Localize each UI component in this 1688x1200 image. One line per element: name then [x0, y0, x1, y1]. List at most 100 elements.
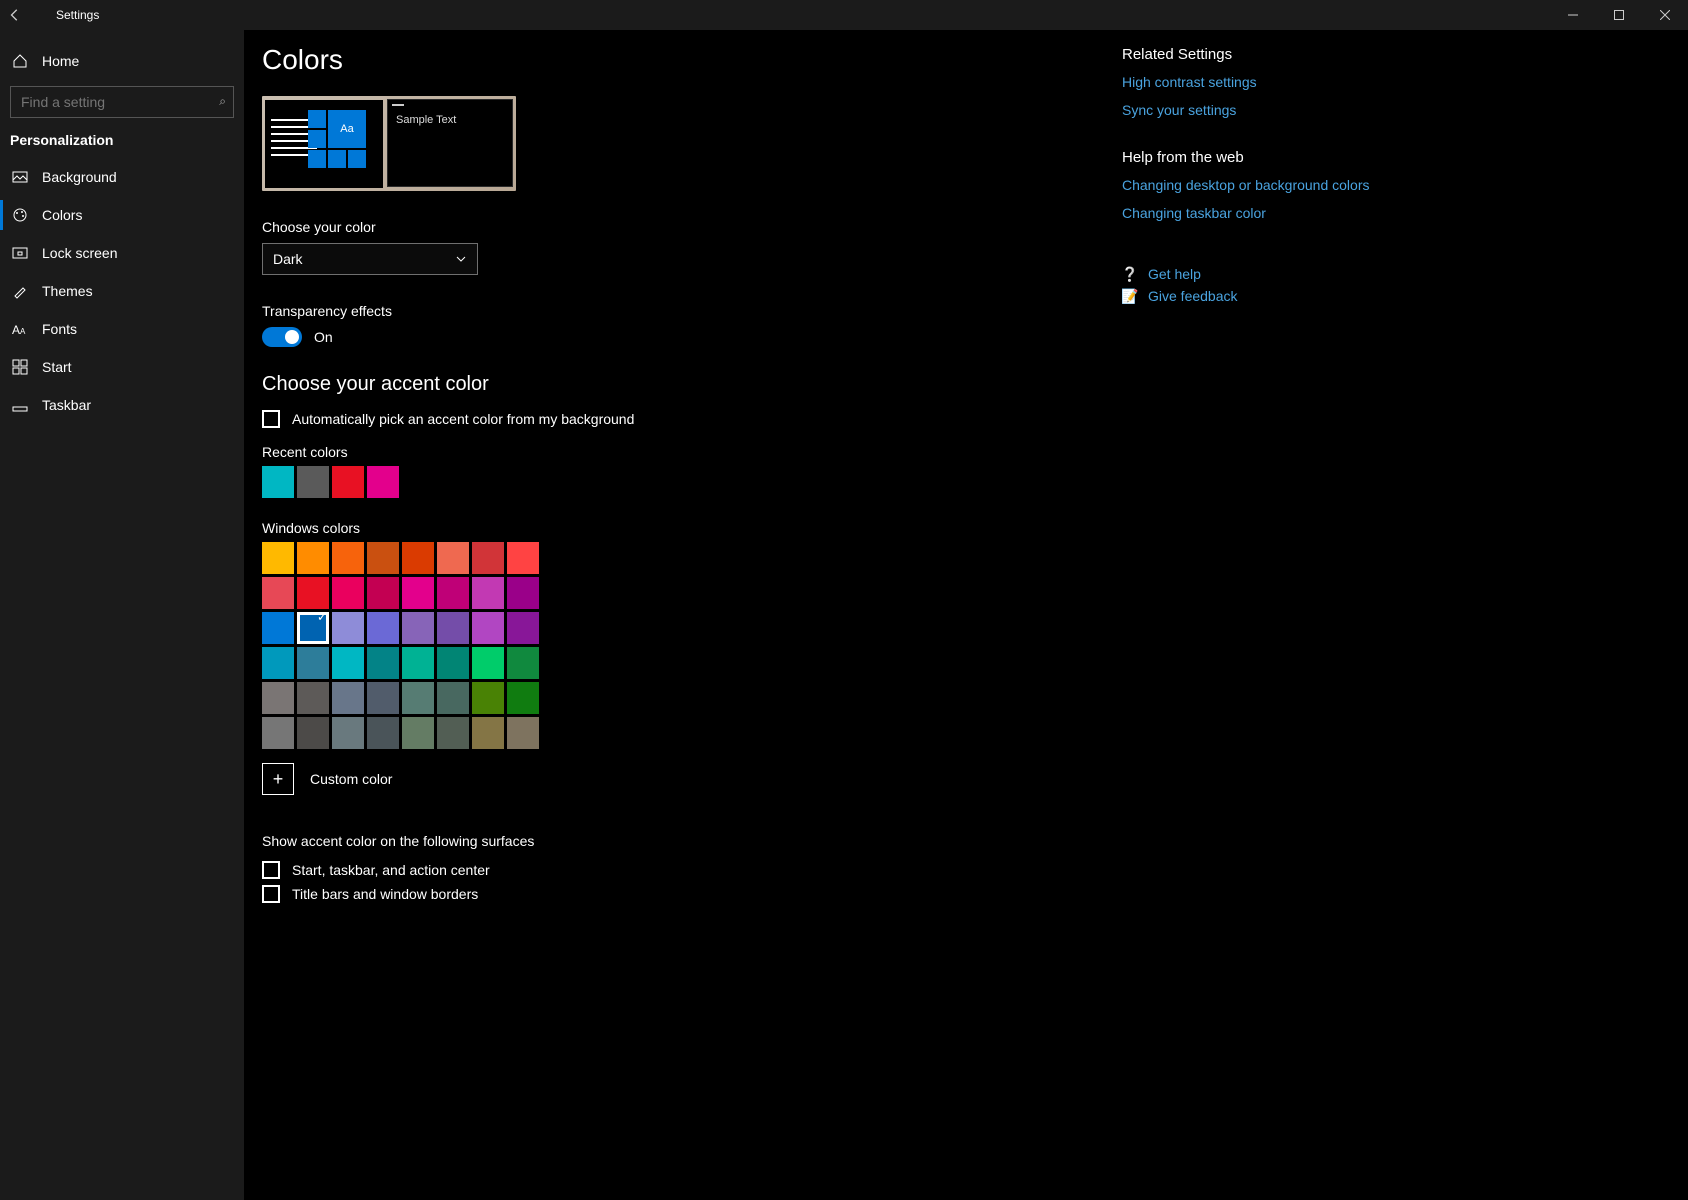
windows-color-swatch[interactable]	[262, 717, 294, 749]
choose-color-label: Choose your color	[262, 219, 1082, 235]
sidebar-item-colors[interactable]: Colors	[0, 196, 244, 234]
windows-color-swatch[interactable]	[437, 542, 469, 574]
related-rail: Related Settings High contrast settings …	[1122, 38, 1422, 1200]
windows-color-swatch[interactable]	[297, 717, 329, 749]
surface-start-checkbox[interactable]	[262, 861, 280, 879]
color-mode-dropdown[interactable]: Dark	[262, 243, 478, 275]
home-icon	[12, 53, 28, 69]
link-high-contrast[interactable]: High contrast settings	[1122, 73, 1422, 91]
transparency-toggle[interactable]	[262, 327, 302, 347]
plus-icon: +	[273, 769, 284, 790]
windows-color-swatch[interactable]	[402, 682, 434, 714]
windows-color-swatch[interactable]	[367, 542, 399, 574]
windows-color-swatch[interactable]	[332, 542, 364, 574]
sidebar-item-start[interactable]: Start	[0, 348, 244, 386]
windows-color-swatch[interactable]	[507, 577, 539, 609]
windows-color-swatch[interactable]	[507, 542, 539, 574]
windows-color-swatch[interactable]	[262, 682, 294, 714]
search-input[interactable]	[10, 86, 234, 118]
windows-color-swatch[interactable]	[402, 577, 434, 609]
windows-color-swatch[interactable]	[262, 612, 294, 644]
sidebar-item-taskbar[interactable]: Taskbar	[0, 386, 244, 424]
sidebar-home[interactable]: Home	[0, 42, 244, 80]
get-help-label: Get help	[1148, 266, 1201, 282]
back-button[interactable]	[0, 0, 30, 30]
windows-color-swatch[interactable]	[472, 612, 504, 644]
windows-color-swatch[interactable]	[262, 577, 294, 609]
transparency-state: On	[314, 329, 333, 345]
windows-color-swatch[interactable]	[472, 717, 504, 749]
windows-color-swatch[interactable]	[297, 542, 329, 574]
windows-color-swatch[interactable]	[437, 612, 469, 644]
recent-color-swatch[interactable]	[262, 466, 294, 498]
sidebar-item-lock-screen[interactable]: Lock screen	[0, 234, 244, 272]
sidebar-item-label: Fonts	[42, 321, 77, 337]
windows-color-swatch[interactable]	[297, 577, 329, 609]
windows-color-swatch[interactable]	[402, 542, 434, 574]
windows-color-swatch[interactable]	[332, 577, 364, 609]
windows-color-swatch[interactable]	[507, 647, 539, 679]
windows-color-swatch[interactable]	[332, 647, 364, 679]
windows-color-swatch[interactable]	[332, 682, 364, 714]
recent-color-swatch[interactable]	[332, 466, 364, 498]
sidebar-home-label: Home	[42, 53, 79, 69]
windows-color-swatch[interactable]	[332, 612, 364, 644]
recent-color-swatch[interactable]	[297, 466, 329, 498]
search-icon: ⌕	[219, 94, 226, 109]
windows-color-swatch[interactable]	[402, 612, 434, 644]
windows-color-swatch[interactable]	[507, 717, 539, 749]
auto-pick-checkbox[interactable]	[262, 410, 280, 428]
windows-color-swatch[interactable]	[437, 647, 469, 679]
get-help-link[interactable]: ❔ Get help	[1122, 266, 1422, 282]
preview-tile-text: Aa	[328, 110, 366, 148]
titlebar: Settings	[0, 0, 1688, 30]
windows-color-swatch[interactable]	[472, 542, 504, 574]
windows-color-swatch[interactable]	[472, 577, 504, 609]
surfaces-heading: Show accent color on the following surfa…	[262, 833, 1082, 849]
windows-color-swatch[interactable]	[297, 682, 329, 714]
close-button[interactable]	[1642, 0, 1688, 30]
custom-color-button[interactable]: +	[262, 763, 294, 795]
windows-color-swatch[interactable]	[402, 647, 434, 679]
give-feedback-link[interactable]: 📝 Give feedback	[1122, 288, 1422, 304]
windows-color-swatch[interactable]	[402, 717, 434, 749]
sidebar-item-label: Colors	[42, 207, 82, 223]
surface-title-label: Title bars and window borders	[292, 886, 478, 902]
windows-color-swatch[interactable]	[262, 647, 294, 679]
minimize-button[interactable]	[1550, 0, 1596, 30]
link-changing-desktop[interactable]: Changing desktop or background colors	[1122, 176, 1422, 194]
custom-color-label: Custom color	[310, 771, 392, 787]
windows-color-swatch[interactable]	[367, 717, 399, 749]
windows-color-swatch[interactable]	[472, 647, 504, 679]
windows-color-swatch[interactable]	[437, 577, 469, 609]
give-feedback-label: Give feedback	[1148, 288, 1238, 304]
windows-color-swatch[interactable]	[507, 612, 539, 644]
maximize-button[interactable]	[1596, 0, 1642, 30]
recent-colors-label: Recent colors	[262, 444, 1082, 460]
windows-color-swatch[interactable]	[437, 682, 469, 714]
taskbar-icon	[12, 397, 28, 413]
link-sync-settings[interactable]: Sync your settings	[1122, 101, 1422, 119]
sidebar-section: Personalization	[0, 118, 244, 158]
sidebar-item-fonts[interactable]: AAFonts	[0, 310, 244, 348]
app-title: Settings	[38, 8, 99, 22]
windows-color-swatch[interactable]	[297, 647, 329, 679]
windows-color-swatch[interactable]	[262, 542, 294, 574]
sidebar: Home ⌕ Personalization Background Colors L…	[0, 30, 244, 1200]
windows-color-swatch[interactable]	[367, 612, 399, 644]
windows-color-swatch[interactable]	[367, 647, 399, 679]
sidebar-item-themes[interactable]: Themes	[0, 272, 244, 310]
sidebar-item-background[interactable]: Background	[0, 158, 244, 196]
sidebar-item-label: Start	[42, 359, 72, 375]
surface-title-checkbox[interactable]	[262, 885, 280, 903]
windows-color-swatch[interactable]	[367, 577, 399, 609]
windows-color-swatch[interactable]	[507, 682, 539, 714]
link-changing-taskbar[interactable]: Changing taskbar color	[1122, 204, 1422, 222]
transparency-label: Transparency effects	[262, 303, 1082, 319]
windows-color-swatch[interactable]	[472, 682, 504, 714]
recent-color-swatch[interactable]	[367, 466, 399, 498]
windows-color-swatch[interactable]	[297, 612, 329, 644]
windows-color-swatch[interactable]	[367, 682, 399, 714]
windows-color-swatch[interactable]	[332, 717, 364, 749]
windows-color-swatch[interactable]	[437, 717, 469, 749]
